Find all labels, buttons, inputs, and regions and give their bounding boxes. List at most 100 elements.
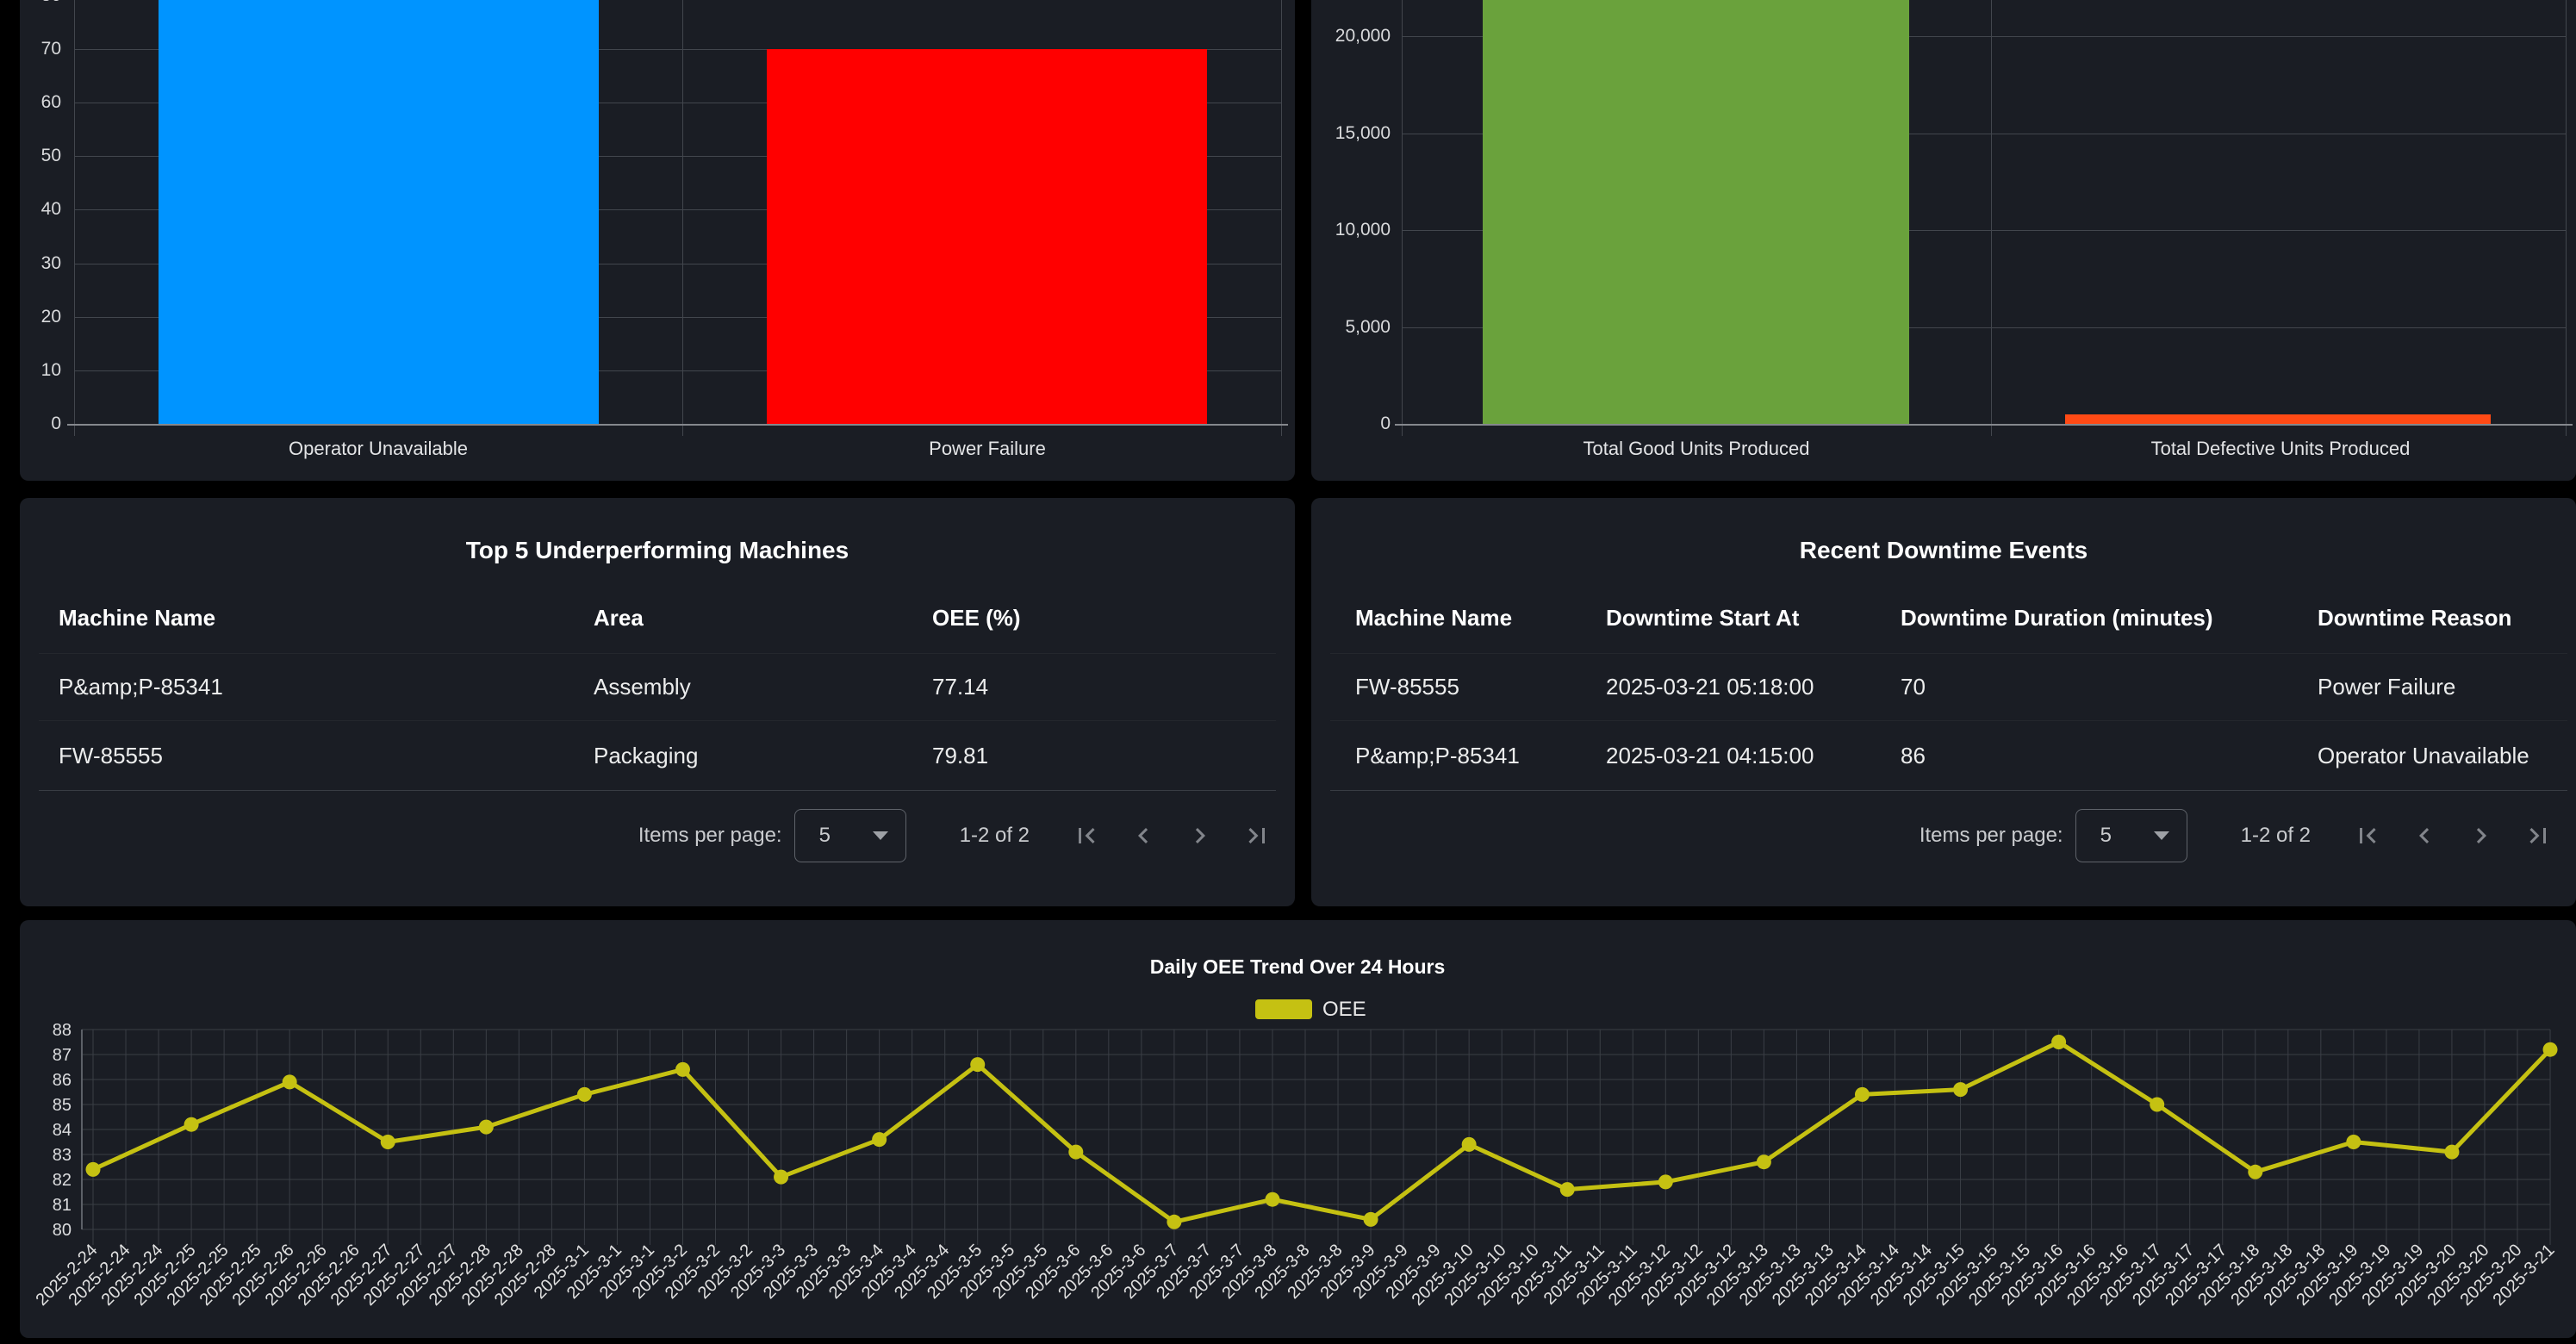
data-point	[2248, 1165, 2262, 1179]
downtime-events-table-title: Recent Downtime Events	[1311, 537, 2576, 564]
items-per-page-select[interactable]: 5	[794, 809, 906, 862]
data-point	[2346, 1135, 2361, 1149]
y-axis-tick-label: 30	[20, 254, 61, 273]
gridline	[2566, 0, 2567, 436]
page-range-label: 1-2 of 2	[960, 824, 1030, 848]
y-axis-tick-label: 84	[53, 1121, 72, 1140]
bar-power-failure	[767, 49, 1207, 424]
x-axis-line	[1395, 424, 2573, 426]
table-cell: FW-85555	[1355, 671, 1459, 702]
y-axis-tick-label: 0	[20, 414, 61, 433]
y-axis-tick-label: 15,000	[1311, 124, 1391, 143]
data-point	[1855, 1087, 1870, 1102]
y-axis-tick-label: 87	[53, 1046, 72, 1065]
data-point	[184, 1117, 199, 1132]
column-header: Machine Name	[59, 602, 215, 633]
x-axis-category-label: Total Good Units Produced	[1438, 438, 1955, 460]
items-per-page-select[interactable]: 5	[2075, 809, 2187, 862]
table-divider	[39, 653, 1276, 654]
last-page-button[interactable]	[1241, 820, 1272, 851]
y-axis-tick-label: 10	[20, 361, 61, 380]
data-point	[2051, 1035, 2066, 1049]
items-per-page-label: Items per page:	[1920, 824, 2063, 848]
table-cell: 2025-03-21 04:15:00	[1606, 740, 1814, 771]
y-axis-tick-label: 20,000	[1311, 27, 1391, 46]
last-page-button[interactable]	[2523, 820, 2554, 851]
data-point	[2150, 1098, 2164, 1112]
table-cell: Operator Unavailable	[2318, 740, 2529, 771]
y-axis-tick-label: 20	[20, 308, 61, 327]
next-page-button[interactable]	[2466, 820, 2497, 851]
items-per-page-value: 5	[2100, 824, 2112, 848]
table-cell: FW-85555	[59, 740, 163, 771]
y-axis-tick-label: 83	[53, 1146, 72, 1165]
table-divider	[39, 720, 1276, 721]
table-divider	[1330, 653, 2567, 654]
data-point	[675, 1062, 690, 1077]
column-header: OEE (%)	[932, 602, 1021, 633]
chart-title: Daily OEE Trend Over 24 Hours	[1150, 955, 1446, 978]
table-cell: 79.81	[932, 740, 988, 771]
chevron-down-icon	[873, 831, 888, 840]
bar-operator-unavailable	[159, 0, 599, 424]
data-point	[381, 1135, 395, 1149]
dashboard-page: { "colors": { "page_bg": "#000000", "car…	[0, 0, 2576, 1344]
x-axis-category-label: Total Defective Units Produced	[2022, 438, 2539, 460]
table-divider	[1330, 790, 2567, 791]
column-header: Downtime Duration (minutes)	[1901, 602, 2213, 633]
legend-label[interactable]: OEE	[1322, 998, 1366, 1021]
underperforming-paginator: Items per page: 5 1-2 of 2	[20, 801, 1272, 870]
y-axis-tick-label: 10,000	[1311, 221, 1391, 240]
table-cell: Assembly	[594, 671, 691, 702]
data-point	[1167, 1215, 1181, 1229]
table-cell: 86	[1901, 740, 1926, 771]
table-cell: P&amp;P-85341	[1355, 740, 1520, 771]
x-axis-line	[67, 424, 1288, 426]
data-point	[577, 1087, 592, 1102]
oee-trend-chart-card: Daily OEE Trend Over 24 HoursOEE2025-2-2…	[20, 920, 2576, 1338]
column-header: Machine Name	[1355, 602, 1512, 633]
y-axis-tick-label: 40	[20, 200, 61, 219]
legend-swatch	[1255, 999, 1312, 1019]
data-point	[970, 1057, 985, 1072]
y-axis-tick-label: 5,000	[1311, 318, 1391, 337]
first-page-button[interactable]	[2352, 820, 2383, 851]
y-axis-tick-label: 82	[53, 1171, 72, 1190]
bar-total-defective-units-produced	[2065, 414, 2491, 424]
downtime-events-table-card: Recent Downtime Events Items per page: 5…	[1311, 498, 2576, 906]
y-axis-tick-label: 81	[53, 1196, 72, 1215]
y-axis-tick-label: 0	[1311, 414, 1391, 433]
first-page-button[interactable]	[1071, 820, 1102, 851]
table-divider	[39, 790, 1276, 791]
y-axis-tick-label: 88	[53, 1021, 72, 1040]
data-point	[1265, 1192, 1279, 1207]
downtime-by-reason-chart-card: 01020304050607080Operator UnavailablePow…	[20, 0, 1295, 481]
y-axis-tick-label: 80	[20, 0, 61, 5]
table-cell: Power Failure	[2318, 671, 2455, 702]
x-axis-category-label: Power Failure	[729, 438, 1246, 460]
data-point	[2444, 1145, 2459, 1160]
underperforming-table-title: Top 5 Underperforming Machines	[20, 537, 1295, 564]
previous-page-button[interactable]	[2409, 820, 2440, 851]
gridline	[1402, 0, 1403, 436]
y-axis-tick-label: 60	[20, 93, 61, 112]
previous-page-button[interactable]	[1128, 820, 1159, 851]
items-per-page-value: 5	[819, 824, 831, 848]
x-axis-category-label: Operator Unavailable	[120, 438, 637, 460]
data-point	[1068, 1145, 1083, 1160]
underperforming-machines-table-card: Top 5 Underperforming Machines Items per…	[20, 498, 1295, 906]
data-point	[1462, 1137, 1477, 1152]
downtime-events-paginator: Items per page: 5 1-2 of 2	[1311, 801, 2554, 870]
gridline	[1991, 0, 1992, 436]
data-point	[1364, 1212, 1378, 1227]
table-cell: 70	[1901, 671, 1926, 702]
chevron-down-icon	[2154, 831, 2169, 840]
table-cell: P&amp;P-85341	[59, 671, 223, 702]
next-page-button[interactable]	[1185, 820, 1216, 851]
data-point	[86, 1162, 101, 1177]
table-cell: 2025-03-21 05:18:00	[1606, 671, 1814, 702]
column-header: Downtime Reason	[2318, 602, 2511, 633]
oee-trend-line-chart: Daily OEE Trend Over 24 HoursOEE2025-2-2…	[20, 920, 2576, 1338]
data-point	[1953, 1082, 1968, 1097]
data-point	[1757, 1154, 1771, 1169]
